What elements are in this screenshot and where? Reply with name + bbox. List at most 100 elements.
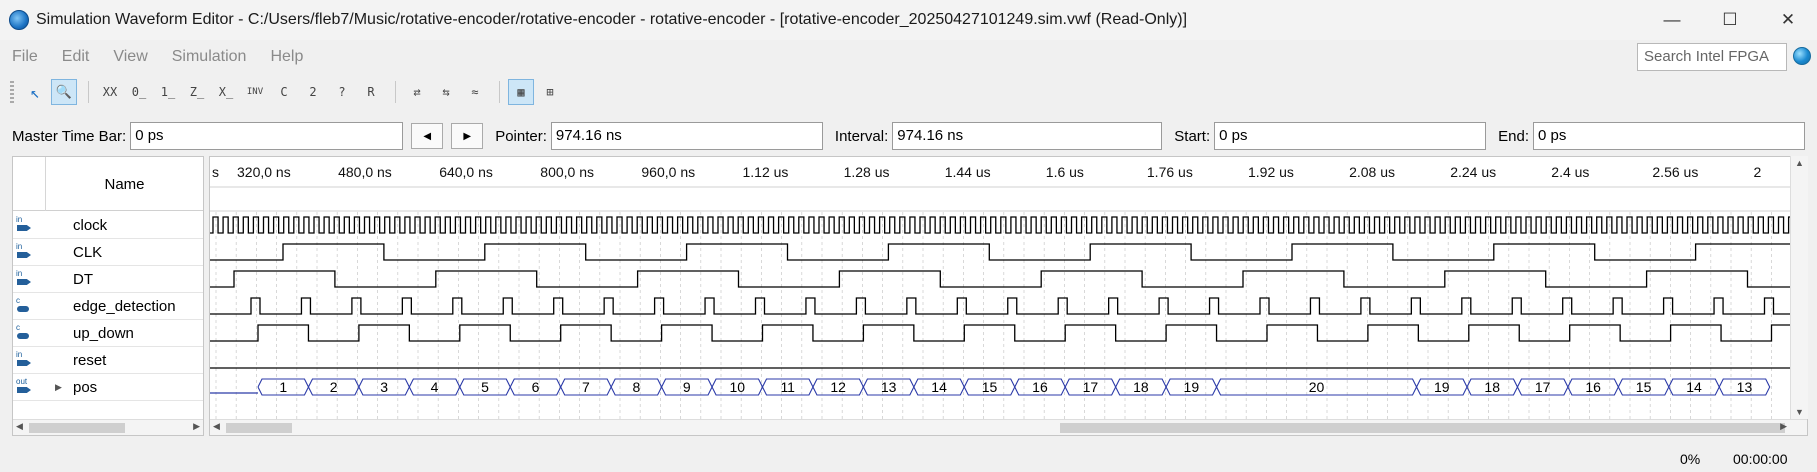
pin-direction-label: c — [16, 296, 20, 305]
signal-row[interactable]: out ▶ pos — [13, 374, 203, 401]
timeline-ruler[interactable]: s 320,0 ns 480,0 ns 640,0 ns 800,0 ns 960,0 n… — [210, 164, 1808, 212]
snap-to-grid-icon[interactable]: ⇄ — [404, 79, 430, 105]
window-controls: — ☐ ✕ — [1643, 0, 1817, 40]
elapsed-time: 00:00:00 — [1733, 451, 1788, 467]
expand-arrow-icon[interactable]: ▶ — [55, 382, 62, 393]
signal-row[interactable]: in clock — [13, 212, 203, 239]
menu-edit[interactable]: Edit — [62, 48, 90, 66]
signal-row[interactable]: c edge_detection — [13, 293, 203, 320]
signal-row[interactable]: in CLK — [13, 239, 203, 266]
scroll-right-icon[interactable]: ▶ — [193, 421, 200, 432]
dont-care-icon[interactable]: X̲ — [213, 79, 239, 105]
select-tool-icon[interactable]: ↖ — [22, 79, 48, 105]
pos-value-label: 3 — [380, 379, 388, 395]
scroll-left-icon[interactable]: ◀ — [16, 421, 23, 432]
pos-value-label: 6 — [532, 379, 540, 395]
force-high-icon[interactable]: 1̲ — [155, 79, 181, 105]
names-horizontal-scrollbar[interactable]: ◀ ▶ — [13, 419, 203, 435]
pos-value-label: 1 — [279, 379, 287, 395]
menu-simulation[interactable]: Simulation — [172, 48, 247, 66]
clk-waveform — [210, 243, 1807, 261]
end-field: 0 ps — [1532, 122, 1805, 150]
force-low-icon[interactable]: 0̲ — [126, 79, 152, 105]
up-down-waveform — [210, 324, 1807, 342]
close-button[interactable]: ✕ — [1759, 0, 1817, 40]
menu-help[interactable]: Help — [270, 48, 303, 66]
scroll-left-icon[interactable]: ◀ — [213, 421, 220, 432]
pointer-label: Pointer: — [495, 127, 547, 145]
timeline-tick-label: 2.24 us — [1450, 164, 1496, 180]
master-time-bar-field[interactable]: 0 ps — [130, 122, 404, 150]
pos-value-label: 10 — [729, 379, 745, 395]
scroll-track-highlight[interactable] — [1060, 423, 1785, 433]
grid-view-icon[interactable]: ▦ — [508, 79, 534, 105]
signal-row[interactable]: c up_down — [13, 320, 203, 347]
pin-direction-label: c — [16, 323, 20, 332]
pos-value-label: 19 — [1434, 379, 1450, 395]
group-icon[interactable]: ⊞ — [537, 79, 563, 105]
pos-value-label: 16 — [1032, 379, 1048, 395]
scroll-right-icon[interactable]: ▶ — [1780, 421, 1787, 432]
signal-name: pos — [73, 379, 98, 396]
signal-name: DT — [73, 271, 93, 288]
signal-row[interactable]: in DT — [13, 266, 203, 293]
clock-value-icon[interactable]: 2 — [300, 79, 326, 105]
interval-field: 974.16 ns — [892, 122, 1163, 150]
master-time-bar-label: Master Time Bar: — [12, 127, 127, 145]
arbitrary-value-icon[interactable]: ? — [329, 79, 355, 105]
toolbar-grip[interactable] — [10, 81, 14, 103]
scroll-thumb[interactable] — [29, 423, 125, 433]
signal-name: edge_detection — [73, 298, 176, 315]
timeline-tick-label: s — [212, 164, 219, 180]
high-impedance-icon[interactable]: Z̲ — [184, 79, 210, 105]
next-transition-button[interactable]: ▶ — [451, 123, 484, 149]
search-input[interactable]: Search Intel FPGA — [1637, 43, 1787, 71]
time-bar: Master Time Bar: 0 ps ◀ ▶ Pointer: 974.1… — [0, 120, 1817, 152]
pos-value-label: 2 — [330, 379, 338, 395]
timeline-tick-label: 480,0 ns — [338, 164, 392, 180]
progress-percent: 0% — [1680, 451, 1701, 467]
buried-node-icon: c — [15, 296, 35, 315]
timeline-tick-label: 1.92 us — [1248, 164, 1294, 180]
scroll-thumb[interactable] — [226, 423, 292, 433]
snap-to-transition-icon[interactable]: ⇆ — [433, 79, 459, 105]
waveform-vertical-scrollbar[interactable]: ▲ ▼ — [1790, 156, 1808, 419]
globe-icon[interactable] — [1793, 47, 1811, 65]
signal-names-panel: Name in clock in CLK in DT c edge_detection c up_… — [12, 156, 204, 436]
scroll-down-icon[interactable]: ▼ — [1795, 407, 1804, 417]
pos-value-label: 4 — [431, 379, 439, 395]
pos-value-label: 9 — [683, 379, 691, 395]
waveform-compare-icon[interactable]: ≈ — [462, 79, 488, 105]
invert-icon[interactable]: INV — [242, 79, 268, 105]
count-value-icon[interactable]: C — [271, 79, 297, 105]
pos-value-label: 15 — [1636, 379, 1652, 395]
signal-row[interactable]: in reset — [13, 347, 203, 374]
waveform-panel[interactable]: s 320,0 ns 480,0 ns 640,0 ns 800,0 ns 960,0 n… — [209, 156, 1808, 436]
waveform-horizontal-scrollbar[interactable]: ◀ ▶ — [210, 419, 1807, 435]
scroll-up-icon[interactable]: ▲ — [1795, 158, 1804, 168]
zoom-tool-icon[interactable]: 🔍 — [51, 79, 77, 105]
start-field: 0 ps — [1214, 122, 1487, 150]
toolbar: ↖ 🔍 XX 0̲ 1̲ Z̲ X̲ INV C 2 ? R ⇄ ⇆ ≈ ▦ ⊞ — [0, 76, 1817, 108]
pointer-field: 974.16 ns — [550, 122, 823, 150]
timeline-tick-label: 800,0 ns — [540, 164, 594, 180]
input-pin-icon: in — [15, 269, 35, 288]
signal-waveforms: 1 2 3 4 5 6 7 8 9 10 11 12 13 14 15 16 17 18 19 20 19 18 17 16 1… — [210, 216, 1807, 396]
waveform-canvas[interactable]: s 320,0 ns 480,0 ns 640,0 ns 800,0 ns 960,0 n… — [210, 157, 1808, 419]
uninitialized-icon[interactable]: XX — [97, 79, 123, 105]
menu-file[interactable]: File — [12, 48, 38, 66]
pin-direction-label: out — [16, 377, 28, 386]
minimize-button[interactable]: — — [1643, 0, 1701, 40]
previous-transition-button[interactable]: ◀ — [411, 123, 444, 149]
pos-value-label: 14 — [1686, 379, 1702, 395]
pin-direction-label: in — [16, 350, 23, 359]
name-column-header[interactable]: Name — [46, 157, 203, 211]
window-title: Simulation Waveform Editor - C:/Users/fl… — [36, 11, 1188, 28]
random-value-icon[interactable]: R — [358, 79, 384, 105]
menu-view[interactable]: View — [113, 48, 147, 66]
pos-value-label: 12 — [830, 379, 846, 395]
pos-value-label: 5 — [481, 379, 489, 395]
maximize-button[interactable]: ☐ — [1701, 0, 1759, 40]
pos-value-label: 14 — [931, 379, 947, 395]
timeline-tick-label: 2.4 us — [1551, 164, 1589, 180]
